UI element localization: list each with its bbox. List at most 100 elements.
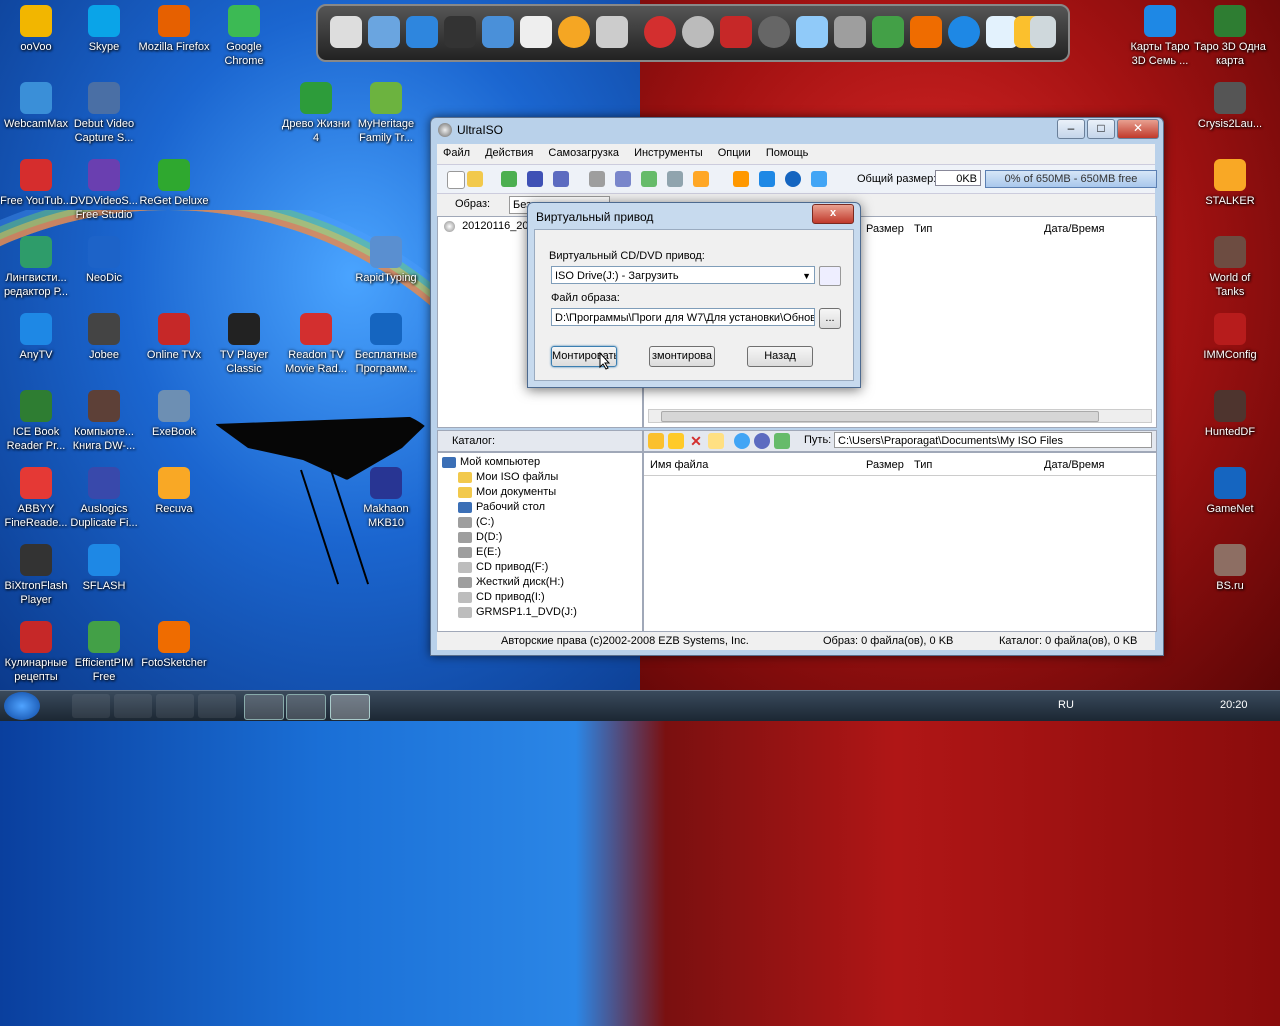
burn-icon[interactable] <box>589 171 605 187</box>
browse-button[interactable]: ... <box>819 308 841 329</box>
taskbar-ultraiso-app[interactable] <box>330 694 370 720</box>
mount-icon[interactable] <box>693 171 709 187</box>
language-indicator[interactable]: RU <box>1058 699 1074 711</box>
start-button[interactable] <box>4 692 40 720</box>
dock-uninstall-icon[interactable] <box>948 16 980 48</box>
taskbar-burn2-app[interactable] <box>286 694 326 720</box>
desktop-icon-anytv[interactable]: AnyTV <box>0 313 72 362</box>
desktop-icon-bixtron[interactable]: BiXtronFlash Player <box>0 544 72 607</box>
folder-icon[interactable] <box>708 433 724 449</box>
desktop-icon-makhaon[interactable]: Makhaon MKB10 <box>350 467 422 530</box>
dock-film-icon[interactable] <box>758 16 790 48</box>
col-type[interactable]: Тип <box>914 459 932 471</box>
desktop-icon-icebook[interactable]: ICE Book Reader Pr... <box>0 390 72 453</box>
desktop-icon-fotosketcher[interactable]: FotoSketcher <box>138 621 210 670</box>
maximize-button[interactable]: □ <box>1087 119 1115 139</box>
desktop-icon-reget[interactable]: ReGet Deluxe <box>138 159 210 208</box>
desktop-icon-hunteddf[interactable]: HuntedDF <box>1194 390 1266 439</box>
save-icon[interactable] <box>527 171 543 187</box>
desktop-icon-efficientpim[interactable]: EfficientPIM Free <box>68 621 140 684</box>
desktop-icon-oovoo[interactable]: ooVoo <box>0 5 72 54</box>
col-size[interactable]: Размер <box>866 459 904 471</box>
desktop-icon-worldoftanks[interactable]: World of Tanks <box>1194 236 1266 299</box>
menu-help[interactable]: Помощь <box>760 144 815 162</box>
gear-icon[interactable] <box>754 433 770 449</box>
menu-actions[interactable]: Действия <box>479 144 539 162</box>
desktop-icon-onlinetvx[interactable]: Online TVx <box>138 313 210 362</box>
desktop-icon-drevo[interactable]: Древо Жизни 4 <box>280 82 352 145</box>
dock-notepad-icon[interactable] <box>330 16 362 48</box>
taskbar-media-icon[interactable] <box>156 694 194 718</box>
col-type[interactable]: Тип <box>914 223 932 235</box>
desktop-icon-jobee[interactable]: Jobee <box>68 313 140 362</box>
desktop-icon-freeyoutube[interactable]: Free YouTub... <box>0 159 72 208</box>
back-button[interactable]: Назад <box>747 346 813 367</box>
desktop-icon-kulinarnye[interactable]: Кулинарные рецепты <box>0 621 72 684</box>
desktop-icon-bsru[interactable]: BS.ru <box>1194 544 1266 593</box>
desktop-icon-skype[interactable]: Skype <box>68 5 140 54</box>
path-input[interactable]: C:\Users\Praporagat\Documents\My ISO Fil… <box>834 432 1152 448</box>
desktop-icon-abbyy[interactable]: ABBYY FineReade... <box>0 467 72 530</box>
desktop-icon-karty[interactable]: Карты Таро 3D Семь ... <box>1124 5 1196 68</box>
menu-tools[interactable]: Инструменты <box>628 144 709 162</box>
dock-trash-icon[interactable] <box>1030 16 1056 48</box>
taskbar-firefox-icon[interactable] <box>198 694 236 718</box>
col-date[interactable]: Дата/Время <box>1044 459 1105 471</box>
tree-item[interactable]: Рабочий стол <box>458 500 545 515</box>
disc-icon[interactable] <box>667 171 683 187</box>
dock-avast-icon[interactable] <box>558 16 590 48</box>
minimize-button[interactable]: ‒ <box>1057 119 1085 139</box>
save-as-icon[interactable] <box>553 171 569 187</box>
globe-icon[interactable] <box>734 433 750 449</box>
desktop-icon-firefox[interactable]: Mozilla Firefox <box>138 5 210 54</box>
desktop-icon-neodic[interactable]: NeoDic <box>68 236 140 285</box>
desktop-icon-recuva[interactable]: Recuva <box>138 467 210 516</box>
image-file-input[interactable]: D:\Программы\Проги для W7\Для установки\… <box>551 308 815 326</box>
help-icon[interactable] <box>785 171 801 187</box>
drive-settings-icon[interactable] <box>819 266 841 286</box>
desktop-icon-lingvistic[interactable]: Лингвисти... редактор Р... <box>0 236 72 299</box>
tree-item[interactable]: Мой компьютер <box>442 455 540 470</box>
col-filename[interactable]: Имя файла <box>650 459 708 471</box>
scrollbar-thumb[interactable] <box>661 411 1099 422</box>
drive-select[interactable]: ISO Drive(J:) - Загрузить ▼ <box>551 266 815 284</box>
dock-settings-icon[interactable] <box>406 16 438 48</box>
menu-options[interactable]: Опции <box>712 144 757 162</box>
desktop-icon-gamenet[interactable]: GameNet <box>1194 467 1266 516</box>
dock-check-icon[interactable] <box>872 16 904 48</box>
tree-item[interactable]: (C:) <box>458 515 494 530</box>
taskbar-explorer-icon[interactable] <box>114 694 152 718</box>
window-titlebar[interactable]: UltraISO ‒ □ ✕ <box>431 118 1163 142</box>
taskbar-burn-app[interactable] <box>244 694 284 720</box>
dock-tool-icon[interactable] <box>596 16 628 48</box>
desktop-icon-dvdvideosoft[interactable]: DVDVideoS... Free Studio <box>68 159 140 222</box>
dialog-close-button[interactable]: x <box>812 204 854 224</box>
desktop-icon-exebook[interactable]: ExeBook <box>138 390 210 439</box>
open-icon[interactable] <box>467 171 483 187</box>
tree-item[interactable]: GRMSP1.1_DVD(J:) <box>458 605 577 620</box>
unmount-button[interactable]: змонтирова <box>649 346 715 367</box>
desktop-icon-immconfig[interactable]: IMMConfig <box>1194 313 1266 362</box>
extract-icon[interactable] <box>501 171 517 187</box>
make-cd-icon[interactable] <box>615 171 631 187</box>
dock-play-icon[interactable] <box>520 16 552 48</box>
dock-brush-icon[interactable] <box>910 16 942 48</box>
clock[interactable]: 20:20 <box>1220 699 1248 711</box>
tray-icons[interactable] <box>1086 699 1196 713</box>
desktop-icon-myheritage[interactable]: MyHeritage Family Tr... <box>350 82 422 145</box>
desktop-icon-chrome[interactable]: Google Chrome <box>208 5 280 68</box>
dock-printer-icon[interactable] <box>834 16 866 48</box>
desktop-icon-rapidtyping[interactable]: RapidTyping <box>350 236 422 285</box>
desktop-icon-sflash[interactable]: SFLASH <box>68 544 140 593</box>
desktop-icon-debut[interactable]: Debut Video Capture S... <box>68 82 140 145</box>
dock-monitor-icon[interactable] <box>482 16 514 48</box>
desktop-icon-tvplayer[interactable]: TV Player Classic <box>208 313 280 376</box>
taskbar-ie-icon[interactable] <box>72 694 110 718</box>
desktop-icon-crysis[interactable]: Crysis2Lau... <box>1194 82 1266 131</box>
tree-item[interactable]: Мои документы <box>458 485 556 500</box>
dock-network-icon[interactable] <box>368 16 400 48</box>
desktop-icon-taro3d[interactable]: Таро 3D Одна карта <box>1194 5 1266 68</box>
exit-icon[interactable] <box>811 171 827 187</box>
delete-icon[interactable]: ✕ <box>688 433 704 449</box>
desktop-icon-kniga[interactable]: Компьюте... Книга DW-... <box>68 390 140 453</box>
